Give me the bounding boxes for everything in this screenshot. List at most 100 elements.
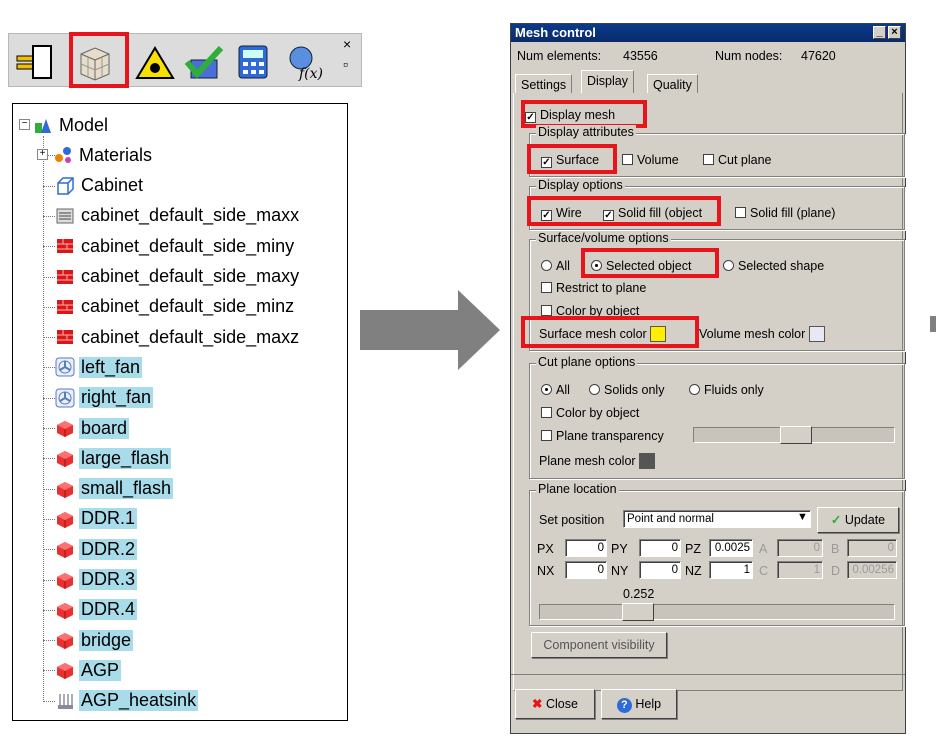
group-title: Plane location xyxy=(536,482,619,496)
cut-color-by-object-checkbox[interactable]: Color by object xyxy=(541,406,639,420)
close-x-icon: ✖ xyxy=(532,697,543,711)
tree-connector xyxy=(43,518,55,520)
coord-input-px[interactable]: 0 xyxy=(565,539,607,557)
plane-location-slider[interactable] xyxy=(539,603,895,621)
tree-item[interactable]: left_fan xyxy=(55,354,143,380)
coord-label: NZ xyxy=(685,564,702,578)
coord-input-py[interactable]: 0 xyxy=(639,539,681,557)
tree-item[interactable]: bridge xyxy=(55,627,134,653)
tree-item-label: cabinet_default_side_maxy xyxy=(81,266,300,286)
tree-connector xyxy=(43,640,55,642)
svg-text:f(x): f(x) xyxy=(298,66,323,82)
group-title: Display attributes xyxy=(536,125,636,139)
tree-item[interactable]: DDR.1 xyxy=(55,506,138,532)
tree-item[interactable]: cabinet_default_side_maxx xyxy=(55,203,301,229)
close-icon[interactable]: × xyxy=(888,26,901,39)
close-icon[interactable]: × xyxy=(343,36,351,52)
volume-checkbox[interactable]: Volume xyxy=(622,153,679,167)
tab-display[interactable]: Display xyxy=(581,70,634,93)
set-position-select[interactable]: Point and normal xyxy=(623,510,811,528)
tree-connector xyxy=(43,428,55,429)
tree-item[interactable]: cabinet_default_side_miny xyxy=(55,233,296,259)
check-mesh-icon[interactable] xyxy=(181,42,225,82)
tree-item[interactable]: large_flash xyxy=(55,445,172,471)
help-button[interactable]: ? Help xyxy=(601,689,677,719)
highlight-surface xyxy=(527,144,617,174)
expand-toggle-icon[interactable]: + xyxy=(37,149,48,161)
slider-thumb[interactable] xyxy=(622,603,654,621)
plane-transparency-slider[interactable] xyxy=(693,426,895,444)
heatsink-icon xyxy=(55,691,75,711)
cut-all-radio[interactable]: All xyxy=(541,383,570,397)
close-button[interactable]: ✖ Close xyxy=(515,689,595,719)
highlight-selected-object xyxy=(581,248,719,278)
plane-transparency-checkbox[interactable]: Plane transparency xyxy=(541,429,664,443)
solid-fill-plane-checkbox[interactable]: Solid fill (plane) xyxy=(735,206,835,220)
num-nodes-label: Num nodes: xyxy=(715,49,783,63)
model-icon xyxy=(33,115,53,135)
tree-item[interactable]: cabinet_default_side_maxz xyxy=(55,324,301,350)
tree-item-label: DDR.2 xyxy=(79,538,138,560)
tree-item[interactable]: DDR.3 xyxy=(55,567,138,593)
volume-mesh-color[interactable]: Volume mesh color xyxy=(699,326,825,342)
tree-item[interactable]: AGP_heatsink xyxy=(55,688,199,714)
tree-item[interactable]: Materials xyxy=(53,142,154,168)
selected-shape-radio[interactable]: Selected shape xyxy=(723,259,824,273)
tree-item-label: cabinet_default_side_miny xyxy=(81,235,295,256)
minimize-button[interactable]: _ xyxy=(873,26,886,39)
coord-label: PX xyxy=(537,542,554,556)
tree-item[interactable]: small_flash xyxy=(55,476,174,502)
tree-item-label: AGP xyxy=(79,659,122,681)
tree-item[interactable]: Cabinet xyxy=(55,173,145,199)
coord-input-d: 0.00256 xyxy=(847,561,897,579)
tree-item[interactable]: DDR.4 xyxy=(55,597,138,623)
warning-triangle-icon[interactable] xyxy=(133,42,177,82)
tree-item[interactable]: Model xyxy=(33,112,110,138)
tree-item-label: board xyxy=(79,417,130,439)
calculator-icon[interactable] xyxy=(231,42,275,82)
plane-slider-value: 0.252 xyxy=(623,587,655,601)
tree-item[interactable]: cabinet_default_side_maxy xyxy=(55,264,301,290)
coord-input-pz[interactable]: 0.0025 xyxy=(709,539,753,557)
fan-icon xyxy=(55,388,75,408)
arrow-icon xyxy=(360,290,500,370)
tree-item[interactable]: right_fan xyxy=(55,385,154,411)
tree-item-label: small_flash xyxy=(79,478,174,500)
coord-input-ny[interactable]: 0 xyxy=(639,561,681,579)
tree-connector xyxy=(43,579,55,581)
tab-quality[interactable]: Quality xyxy=(647,74,698,93)
tree-connector xyxy=(43,549,55,551)
fluids-only-radio[interactable]: Fluids only xyxy=(689,383,764,397)
tree-item[interactable]: DDR.2 xyxy=(55,536,138,562)
check-icon: ✓ xyxy=(830,513,842,527)
tree-item[interactable]: board xyxy=(55,415,130,441)
component-visibility-button[interactable]: Component visibility xyxy=(531,632,667,658)
restore-icon[interactable]: ▫ xyxy=(343,56,348,72)
function-fx-icon[interactable]: f(x) xyxy=(285,42,329,82)
all-radio[interactable]: All xyxy=(541,259,570,273)
chevron-down-icon[interactable]: ▼ xyxy=(797,511,808,523)
tab-settings[interactable]: Settings xyxy=(515,74,573,93)
coord-input-nx[interactable]: 0 xyxy=(565,561,607,579)
restrict-to-plane-checkbox[interactable]: Restrict to plane xyxy=(541,281,646,295)
mesh-tool-icon[interactable] xyxy=(13,42,57,82)
update-button[interactable]: ✓ Update xyxy=(817,507,899,533)
tree-connector xyxy=(43,246,55,248)
coord-input-nz[interactable]: 1 xyxy=(709,561,753,579)
block-icon xyxy=(55,539,75,559)
slider-thumb[interactable] xyxy=(780,426,812,444)
cut-plane-checkbox[interactable]: Cut plane xyxy=(703,153,772,167)
group-title: Surface/volume options xyxy=(536,231,671,245)
plane-mesh-color[interactable]: Plane mesh color xyxy=(539,453,656,469)
group-title: Display options xyxy=(536,178,625,192)
block-icon xyxy=(55,660,75,680)
expand-toggle-icon[interactable]: − xyxy=(19,119,30,130)
tree-connector xyxy=(43,337,55,339)
set-position-label: Set position xyxy=(539,513,605,527)
coord-label: D xyxy=(831,564,841,578)
tree-item[interactable]: AGP xyxy=(55,657,122,683)
tree-item-label: right_fan xyxy=(79,387,154,409)
tree-item[interactable]: cabinet_default_side_minz xyxy=(55,294,296,320)
cabinet-icon xyxy=(55,176,75,196)
solids-only-radio[interactable]: Solids only xyxy=(589,383,664,397)
